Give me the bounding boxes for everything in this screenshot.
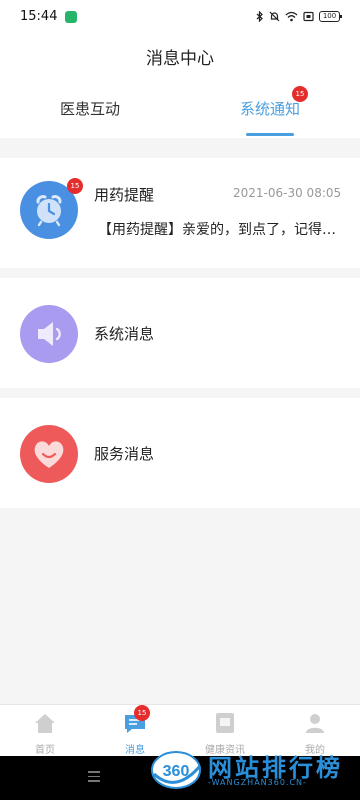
nav-unread-badge: 15	[134, 705, 150, 721]
status-bar: 15:44 100	[0, 0, 360, 34]
message-time: 2021-06-30 08:05	[233, 186, 342, 200]
service-icon-circle	[20, 425, 78, 483]
watermark-logo-text: 360	[163, 763, 190, 780]
wifi-icon	[285, 11, 298, 22]
news-icon	[216, 713, 234, 733]
speaker-icon	[38, 322, 61, 346]
nav-home[interactable]: 首页	[0, 705, 90, 757]
header: 消息中心 医患互动 系统通知 15	[0, 34, 360, 138]
home-icon	[35, 714, 55, 733]
active-tab-indicator	[246, 133, 294, 136]
message-title: 系统消息	[94, 325, 155, 343]
sim-icon	[303, 11, 314, 22]
message-item-service[interactable]: 服务消息	[0, 398, 360, 508]
status-icons: 100	[256, 11, 342, 22]
status-time: 15:44	[20, 9, 58, 24]
notification-app-icon	[65, 11, 77, 23]
watermark-subtitle: -WANGZHAN360.CN-	[208, 778, 307, 787]
watermark-logo: 360	[151, 751, 202, 789]
mute-bell-icon	[269, 11, 280, 22]
message-item-medication[interactable]: 15 用药提醒 2021-06-30 08:05 【用药提醒】亲爱的，到点了，记…	[0, 158, 360, 268]
profile-icon	[306, 714, 324, 733]
unread-badge: 15	[67, 178, 83, 194]
watermark: 360 网站排行榜 -WANGZHAN360.CN-	[150, 742, 360, 800]
page-title: 消息中心	[146, 49, 214, 69]
bluetooth-icon	[256, 11, 263, 22]
battery-icon: 100	[319, 11, 342, 22]
tab-system-notice[interactable]: 系统通知	[240, 98, 300, 119]
message-preview: 【用药提醒】亲爱的，到点了，记得按时用药哦	[98, 222, 348, 238]
tab-doctor-patient[interactable]: 医患互动	[60, 98, 120, 119]
system-icon-circle	[20, 305, 78, 363]
menu-icon[interactable]	[88, 771, 100, 785]
message-title: 用药提醒	[94, 186, 155, 204]
heart-icon	[34, 441, 64, 468]
tab-unread-badge: 15	[292, 86, 308, 102]
message-title: 服务消息	[94, 445, 155, 463]
nav-label: 首页	[35, 745, 55, 756]
message-item-system[interactable]: 系统消息	[0, 278, 360, 388]
